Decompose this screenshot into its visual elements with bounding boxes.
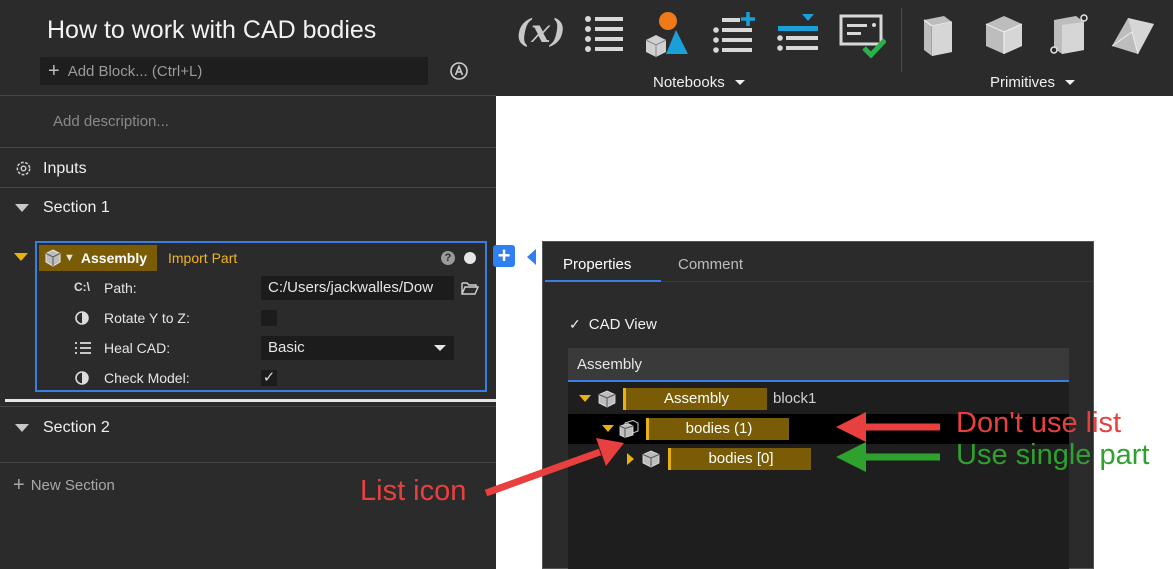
notebook-title[interactable]: How to work with CAD bodies xyxy=(47,16,376,45)
check-model-checkbox[interactable]: ✓ xyxy=(261,370,277,386)
notebooks-group-button[interactable]: Notebooks xyxy=(653,74,745,91)
check-form-icon[interactable] xyxy=(838,10,886,58)
status-dot-icon[interactable] xyxy=(464,252,476,264)
expand-icon[interactable] xyxy=(579,395,591,402)
list-icon xyxy=(75,342,91,354)
expand-icon[interactable] xyxy=(627,453,634,465)
active-tab-indicator xyxy=(545,280,661,282)
import-part-block[interactable]: ▼ Assembly Import Part ? C:\ Path: C:/Us… xyxy=(35,241,487,392)
block-name: Assembly xyxy=(80,250,148,266)
tab-properties[interactable]: Properties xyxy=(563,256,631,273)
path-icon: C:\ xyxy=(74,280,90,294)
folder-open-icon[interactable] xyxy=(461,280,479,296)
divider xyxy=(0,147,496,148)
path-label: Path: xyxy=(104,280,137,296)
properties-panel: Properties Comment ✓ CAD View Assembly A… xyxy=(542,241,1094,569)
plus-icon: + xyxy=(13,474,25,496)
inputs-section-header[interactable]: Inputs xyxy=(0,150,496,187)
tab-comment[interactable]: Comment xyxy=(678,256,743,273)
annotation-use-single-part: Use single part xyxy=(956,439,1150,471)
add-block-input[interactable]: + Add Block... (Ctrl+L) xyxy=(40,57,428,85)
inputs-label: Inputs xyxy=(43,159,87,177)
box-corners-primitive-icon[interactable] xyxy=(1044,10,1092,58)
chevron-down-icon xyxy=(734,80,745,85)
properties-tabs: Properties Comment xyxy=(543,242,1093,282)
divider xyxy=(0,462,496,463)
cad-view-label: CAD View xyxy=(588,316,657,333)
tree-node-id: block1 xyxy=(773,390,817,407)
heal-row: Heal CAD: Basic xyxy=(37,333,485,363)
block-drop-indicator xyxy=(5,399,496,402)
path-row: C:\ Path: C:/Users/jackwalles/Dow xyxy=(37,273,485,303)
boolean-icon xyxy=(75,371,89,385)
rotate-checkbox[interactable] xyxy=(261,310,277,326)
toolbar-separator xyxy=(901,8,902,72)
tree-header: Assembly xyxy=(568,348,1069,382)
cad-view-toggle[interactable]: ✓ CAD View xyxy=(569,316,657,333)
cube-icon xyxy=(45,249,61,267)
new-section-label: New Section xyxy=(30,477,115,494)
expand-icon[interactable] xyxy=(602,425,614,432)
shapes-icon[interactable] xyxy=(642,10,690,58)
plus-icon: + xyxy=(48,59,60,82)
boolean-icon xyxy=(75,311,89,325)
heal-cad-value: Basic xyxy=(268,339,305,356)
section-1-header[interactable]: Section 1 xyxy=(0,188,496,228)
chevron-down-icon xyxy=(1065,80,1076,85)
block-type-label: Import Part xyxy=(168,250,238,266)
heal-label: Heal CAD: xyxy=(104,340,171,356)
tree-node-label[interactable]: bodies (1) xyxy=(646,418,789,440)
block-collapse-icon[interactable] xyxy=(14,253,28,261)
check-model-label: Check Model: xyxy=(104,370,190,386)
new-section-button[interactable]: + New Section xyxy=(13,474,115,497)
wedge-primitive-icon[interactable] xyxy=(1108,10,1156,58)
section-label: Section 2 xyxy=(43,419,110,436)
divider xyxy=(0,95,496,96)
properties-pointer-icon xyxy=(527,249,536,265)
box-primitive-icon[interactable] xyxy=(914,10,962,58)
section-label: Section 1 xyxy=(43,199,110,216)
add-block-button[interactable]: + xyxy=(493,245,515,267)
cube-icon xyxy=(598,390,616,408)
rotate-row: Rotate Y to Z: xyxy=(37,303,485,333)
chevron-down-icon xyxy=(434,345,446,351)
rotate-label: Rotate Y to Z: xyxy=(104,310,190,326)
primitives-group-button[interactable]: Primitives xyxy=(990,74,1076,91)
add-list-icon[interactable] xyxy=(710,10,758,58)
add-block-placeholder: Add Block... (Ctrl+L) xyxy=(67,62,203,80)
chevron-down-icon[interactable]: ▼ xyxy=(64,252,75,264)
list-icon[interactable] xyxy=(580,10,628,58)
help-icon[interactable]: ? xyxy=(441,251,455,265)
primitives-group-label: Primitives xyxy=(990,74,1056,91)
collapse-icon[interactable] xyxy=(15,204,29,212)
heal-cad-select[interactable]: Basic xyxy=(261,336,454,360)
cube-list-icon xyxy=(619,420,639,438)
block-name-badge[interactable]: ▼ Assembly xyxy=(39,245,157,271)
variable-icon[interactable]: (x) xyxy=(516,12,565,60)
check-row: Check Model: ✓ xyxy=(37,363,485,393)
cube-icon xyxy=(642,450,660,468)
tree-node-label[interactable]: Assembly xyxy=(623,388,767,410)
cad-view-checkbox[interactable]: ✓ xyxy=(569,316,581,333)
tree-node-label[interactable]: bodies [0] xyxy=(668,448,811,470)
cube-primitive-icon[interactable] xyxy=(980,10,1028,58)
inputs-icon xyxy=(16,161,31,176)
notebooks-group-label: Notebooks xyxy=(653,74,725,91)
annotation-dont-use-list: Don't use list xyxy=(956,407,1122,439)
collapse-icon[interactable] xyxy=(15,424,29,432)
ai-assistant-icon[interactable] xyxy=(449,61,469,81)
ribbon-toolbar: (x) Notebooks Primitives xyxy=(496,0,1173,96)
description-input[interactable]: Add description... xyxy=(53,113,169,130)
annotation-list-icon: List icon xyxy=(360,475,467,507)
section-2-header[interactable]: Section 2 xyxy=(0,408,496,448)
insert-list-icon[interactable] xyxy=(774,10,822,58)
path-field[interactable]: C:/Users/jackwalles/Dow xyxy=(261,276,454,300)
divider xyxy=(0,406,496,407)
